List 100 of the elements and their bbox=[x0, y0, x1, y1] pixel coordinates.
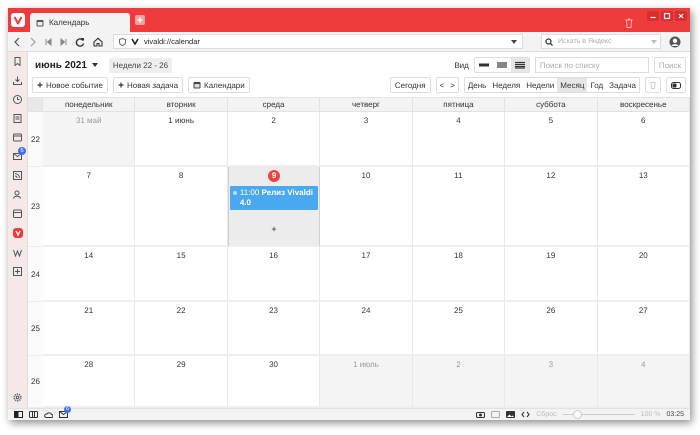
day-cell[interactable]: 14 bbox=[43, 247, 136, 302]
day-cell[interactable]: 13 bbox=[598, 167, 690, 247]
day-cell[interactable]: 26 bbox=[505, 302, 598, 356]
day-cell[interactable]: 1 июнь bbox=[135, 112, 228, 167]
day-cell[interactable]: 12 bbox=[505, 167, 598, 247]
maximize-icon[interactable] bbox=[661, 11, 673, 21]
day-number: 30 bbox=[269, 360, 278, 369]
day-number: 7 bbox=[86, 171, 91, 180]
dropdown-caret-icon[interactable] bbox=[92, 63, 98, 67]
day-cell[interactable]: 15 bbox=[135, 247, 228, 302]
tile-icon[interactable] bbox=[29, 411, 38, 418]
reload-icon[interactable] bbox=[75, 36, 85, 46]
vivaldi-icon[interactable] bbox=[12, 228, 22, 238]
view-tab[interactable]: Задача bbox=[606, 78, 639, 92]
zoom-slider-thumb[interactable] bbox=[573, 410, 582, 419]
weekday-header: вторник bbox=[135, 98, 228, 112]
day-number: 11 bbox=[454, 171, 463, 180]
feed-icon[interactable] bbox=[13, 171, 22, 180]
day-cell[interactable]: 29 bbox=[135, 356, 228, 408]
day-number: 26 bbox=[546, 306, 556, 315]
day-cell[interactable]: 22 bbox=[135, 302, 228, 356]
day-number: 15 bbox=[176, 251, 186, 260]
new-task-button[interactable]: Новая задача bbox=[112, 77, 184, 93]
week-number: 24 bbox=[28, 247, 43, 302]
day-number: 16 bbox=[269, 251, 278, 260]
day-cell[interactable]: 16 bbox=[228, 247, 320, 302]
list-search-field[interactable]: Поиск по списку bbox=[534, 57, 649, 73]
close-icon[interactable] bbox=[675, 11, 687, 21]
image-icon[interactable] bbox=[506, 411, 516, 418]
day-cell[interactable]: 2 bbox=[228, 112, 320, 167]
week-number: 25 bbox=[28, 302, 43, 356]
day-cell[interactable]: 27 bbox=[598, 302, 690, 356]
day-number: 1 июнь bbox=[168, 116, 194, 125]
day-number: 10 bbox=[362, 171, 370, 180]
window-icon[interactable] bbox=[13, 133, 22, 142]
calendar-icon[interactable] bbox=[13, 209, 22, 218]
code-icon[interactable] bbox=[521, 411, 530, 418]
week-number: 23 bbox=[28, 167, 43, 247]
day-cell[interactable]: 8 bbox=[135, 167, 228, 247]
add-event-button[interactable]: + bbox=[269, 224, 279, 234]
day-cell[interactable]: 30 bbox=[228, 356, 320, 408]
day-cell[interactable]: 18 bbox=[412, 247, 506, 302]
new-event-button[interactable]: Новое событие bbox=[32, 77, 108, 93]
vivaldi-logo-icon[interactable] bbox=[11, 13, 25, 27]
bookmark-icon[interactable] bbox=[13, 57, 22, 66]
download-icon[interactable] bbox=[13, 76, 22, 85]
cloud-icon[interactable] bbox=[44, 412, 53, 418]
forward-icon[interactable] bbox=[29, 36, 37, 46]
view-tab[interactable]: Месяц bbox=[557, 78, 588, 92]
day-cell[interactable]: 6 bbox=[598, 112, 690, 167]
weekday-header: воскресенье bbox=[598, 98, 690, 112]
day-number: 21 bbox=[84, 306, 94, 315]
day-cell[interactable]: 10 bbox=[320, 167, 413, 247]
panel-toggle-button[interactable] bbox=[666, 77, 686, 93]
calendars-button[interactable]: Календари bbox=[188, 77, 250, 93]
back-icon[interactable] bbox=[13, 36, 21, 46]
rewind-icon[interactable] bbox=[45, 38, 52, 46]
day-cell[interactable]: 23 bbox=[228, 302, 320, 356]
mail-icon[interactable] bbox=[13, 152, 22, 161]
wikipedia-icon[interactable] bbox=[13, 248, 22, 257]
camera-icon[interactable] bbox=[476, 411, 486, 418]
plus-icon bbox=[37, 82, 43, 88]
day-number: 14 bbox=[84, 251, 94, 260]
panel-toggle-icon[interactable] bbox=[14, 411, 23, 418]
day-cell[interactable]: 17 bbox=[320, 247, 413, 302]
day-cell[interactable]: 21 bbox=[43, 302, 136, 356]
density-button[interactable] bbox=[510, 58, 529, 72]
home-icon[interactable] bbox=[93, 36, 103, 46]
notes-icon[interactable] bbox=[13, 114, 22, 123]
minimize-icon[interactable] bbox=[647, 11, 659, 21]
new-tab-icon[interactable] bbox=[135, 15, 145, 25]
day-cell[interactable]: 19 bbox=[505, 247, 598, 302]
toggle-icon bbox=[671, 82, 681, 88]
dropdown-caret-icon[interactable] bbox=[511, 40, 517, 44]
month-title[interactable]: июнь 2021 bbox=[35, 60, 87, 70]
fast-forward-icon[interactable] bbox=[60, 38, 67, 46]
day-number: 22 bbox=[176, 306, 186, 315]
day-cell[interactable]: 24 bbox=[320, 302, 413, 356]
day-number: 13 bbox=[638, 171, 648, 180]
today-button[interactable]: Сегодня bbox=[390, 77, 431, 93]
day-cell[interactable]: 3 bbox=[320, 112, 413, 167]
day-cell[interactable]: 9 11:00 Релиз Vivaldi 4.0 + bbox=[228, 167, 320, 247]
day-cell[interactable]: 7 bbox=[43, 167, 136, 247]
weekday-header: четверг bbox=[320, 98, 413, 112]
mail-icon[interactable] bbox=[59, 411, 68, 418]
browser-tab[interactable]: Календарь bbox=[30, 13, 130, 32]
contacts-icon[interactable] bbox=[13, 190, 22, 199]
profile-icon[interactable] bbox=[669, 36, 681, 48]
day-cell[interactable]: 20 bbox=[598, 247, 690, 302]
day-cell[interactable]: 11 bbox=[412, 167, 506, 247]
settings-icon[interactable] bbox=[13, 393, 22, 402]
day-cell[interactable]: 5 bbox=[505, 112, 598, 167]
day-cell[interactable]: 25 bbox=[412, 302, 506, 356]
day-cell[interactable]: 4 bbox=[412, 112, 506, 167]
search-icon bbox=[545, 38, 555, 46]
history-icon[interactable] bbox=[13, 95, 22, 104]
day-number: 5 bbox=[548, 116, 554, 125]
day-number: 4 bbox=[641, 360, 646, 369]
day-number: 6 bbox=[641, 116, 646, 125]
add-panel-icon[interactable] bbox=[13, 267, 22, 276]
